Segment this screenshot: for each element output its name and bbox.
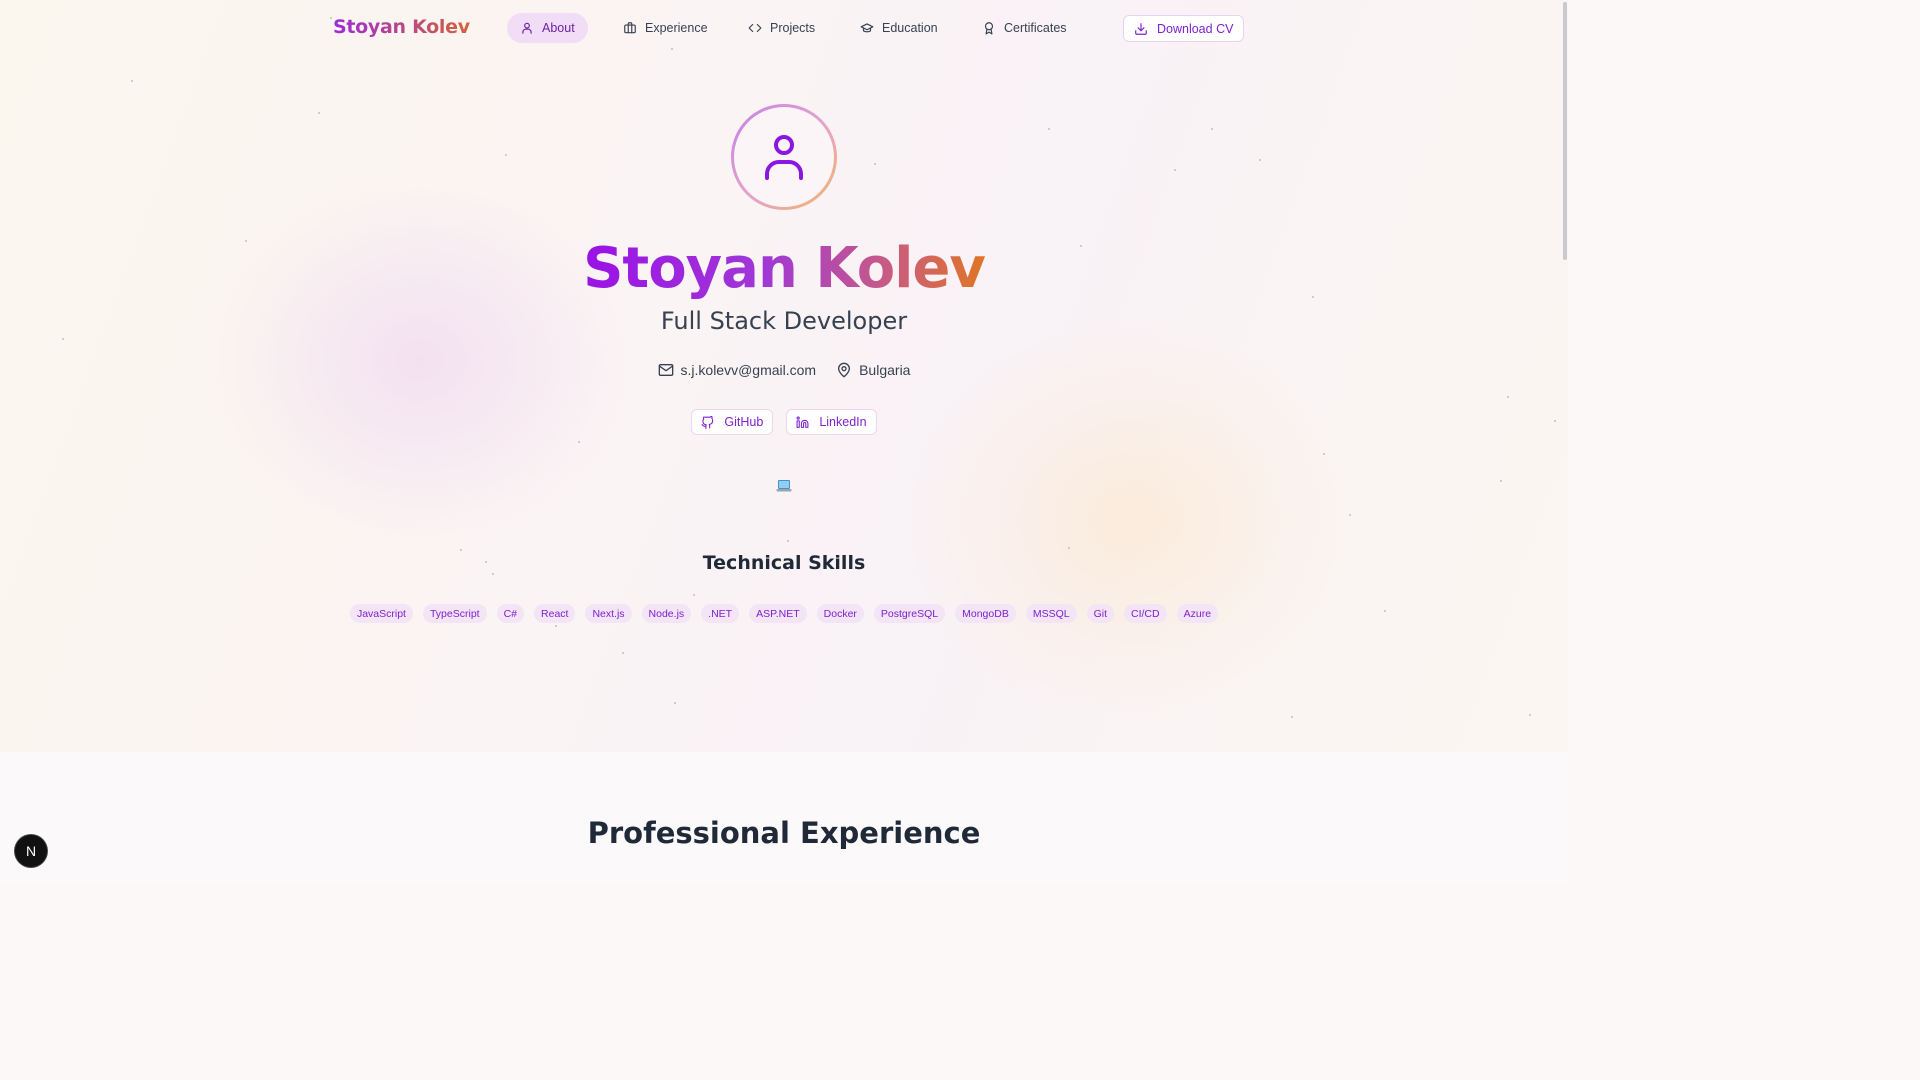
scrollbar-thumb[interactable] — [1563, 2, 1567, 260]
experience-title: Professional Experience — [587, 816, 981, 850]
background-particle — [131, 80, 133, 82]
nav-item-label: Certificates — [1004, 21, 1067, 35]
nav-item-label: Projects — [770, 21, 816, 35]
briefcase-icon — [624, 22, 636, 34]
user-icon — [522, 22, 532, 34]
skills-title: Technical Skills — [702, 552, 866, 574]
background-particle — [787, 540, 789, 542]
user-avatar-icon — [765, 135, 803, 180]
laptop-icon — [776, 480, 792, 492]
skill-tag: Azure — [1176, 604, 1219, 623]
top-navigation: Stoyan Kolev About Experience Projects E… — [0, 0, 1568, 56]
background-particle — [1174, 169, 1176, 171]
skill-tag: JavaScript — [349, 604, 413, 623]
avatar — [731, 104, 837, 210]
background-particle — [1291, 716, 1293, 718]
dev-tools-badge[interactable]: N — [15, 835, 47, 867]
brand-logo[interactable]: Stoyan Kolev — [333, 16, 470, 38]
background-particle — [1323, 453, 1325, 455]
nav-item-projects[interactable]: Projects — [735, 13, 828, 43]
background-particle — [460, 549, 462, 551]
email-text: s.j.kolevv@gmail.com — [680, 362, 817, 378]
nav-item-experience[interactable]: Experience — [610, 13, 721, 43]
github-icon — [701, 415, 714, 429]
skill-tag: Node.js — [641, 604, 692, 623]
background-particle — [1211, 128, 1213, 130]
background-particle — [1259, 159, 1261, 161]
nav-item-certificates[interactable]: Certificates — [969, 13, 1080, 43]
skill-tag: MSSQL — [1025, 604, 1077, 623]
contact-info: s.j.kolevv@gmail.com Bulgaria — [0, 362, 1568, 378]
graduation-cap-icon — [860, 23, 874, 33]
skill-tag: MongoDB — [955, 604, 1016, 623]
linkedin-label: LinkedIn — [819, 415, 867, 429]
skill-tag: Next.js — [585, 604, 632, 623]
background-particle — [1068, 547, 1070, 549]
linkedin-button[interactable]: LinkedIn — [786, 409, 877, 435]
download-icon — [1135, 22, 1147, 35]
background-particle — [1500, 480, 1502, 482]
hero-role: Full Stack Developer — [660, 307, 908, 335]
background-particle — [693, 594, 695, 596]
location-contact: Bulgaria — [836, 362, 910, 378]
skill-tag: Git — [1086, 604, 1115, 623]
background-particle — [505, 154, 507, 156]
hero-name: Stoyan Kolev — [583, 236, 986, 301]
skill-tag: C# — [496, 604, 525, 623]
background-particle — [578, 441, 580, 443]
github-button[interactable]: GitHub — [691, 409, 774, 435]
scrollbar[interactable] — [1562, 0, 1568, 882]
background-particle — [318, 112, 320, 114]
skill-tag: TypeScript — [422, 604, 487, 623]
award-icon — [984, 22, 994, 35]
background-particle — [674, 702, 676, 704]
nav-item-label: Experience — [645, 21, 708, 35]
skill-tag: CI/CD — [1124, 604, 1167, 623]
background-particle — [874, 163, 876, 165]
background-particle — [555, 625, 557, 627]
background-particle — [1529, 714, 1531, 716]
mail-icon — [658, 364, 673, 376]
email-contact[interactable]: s.j.kolevv@gmail.com — [658, 362, 817, 378]
download-cv-button[interactable]: Download CV — [1123, 15, 1245, 42]
linkedin-icon — [796, 416, 809, 428]
skill-tag: Docker — [816, 604, 864, 623]
nav-item-label: Education — [882, 21, 938, 35]
github-label: GitHub — [724, 415, 764, 429]
code-icon — [748, 23, 762, 33]
download-cv-label: Download CV — [1157, 21, 1234, 36]
background-particle — [1507, 396, 1509, 398]
nav-item-education[interactable]: Education — [847, 13, 951, 43]
map-pin-icon — [838, 362, 851, 378]
background-particle — [622, 652, 624, 654]
skills-list: JavaScript TypeScript C# React Next.js Node.j… — [0, 604, 1568, 623]
background-particle — [1048, 128, 1050, 130]
skill-tag: ASP.NET — [749, 604, 807, 623]
skill-tag: React — [534, 604, 576, 623]
background-particle — [62, 338, 64, 340]
social-links: GitHub LinkedIn — [0, 409, 1568, 435]
skill-tag: .NET — [701, 604, 740, 623]
background-particle — [1349, 514, 1351, 516]
location-text: Bulgaria — [859, 362, 911, 378]
skill-tag: PostgreSQL — [873, 604, 946, 623]
nav-item-label: About — [542, 21, 575, 35]
nav-item-about[interactable]: About — [507, 13, 588, 43]
